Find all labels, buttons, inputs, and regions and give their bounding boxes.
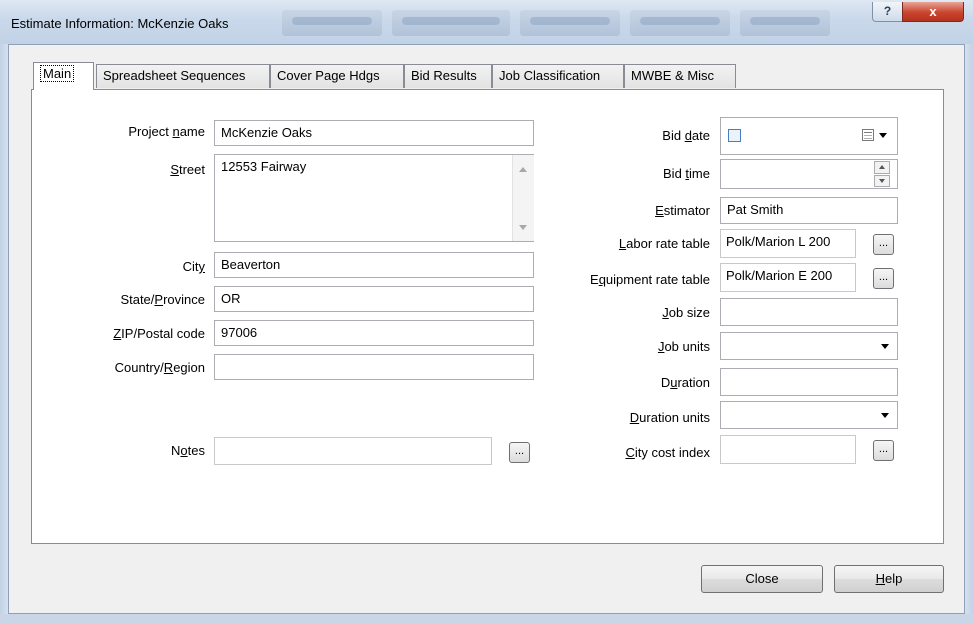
country-region-label: Country/Region [114, 360, 205, 375]
blurred-background-tab [392, 10, 510, 36]
bid-time-input[interactable] [720, 159, 898, 189]
job-size-input[interactable] [720, 298, 898, 326]
tab-job-classification[interactable]: Job Classification [492, 64, 624, 88]
job-units-label: Job units [657, 339, 710, 354]
duration-input[interactable] [720, 368, 898, 396]
window-close-button[interactable]: x [902, 2, 964, 22]
window-help-button[interactable]: ? [872, 2, 903, 22]
spin-down-icon [879, 179, 885, 183]
calendar-icon[interactable] [862, 129, 874, 141]
job-size-label: Job size [662, 305, 710, 320]
blurred-background-tab [630, 10, 730, 36]
close-button[interactable]: Close [701, 565, 823, 593]
equipment-rate-table-input[interactable]: Polk/Marion E 200 [720, 263, 856, 292]
street-scrollbar[interactable] [512, 155, 534, 241]
project-name-label: Project name [128, 124, 205, 139]
duration-units-label: Duration units [629, 410, 710, 425]
city-label: City [182, 259, 205, 274]
zip-postal-code-label: ZIP/Postal code [113, 326, 205, 341]
tab-bid-results[interactable]: Bid Results [404, 64, 492, 88]
scroll-down-icon[interactable] [519, 225, 527, 230]
notes-browse-button[interactable]: ... [509, 442, 530, 463]
country-region-input[interactable] [214, 354, 534, 380]
time-spin-up-button[interactable] [874, 161, 890, 174]
window-frame-bottom [0, 614, 973, 623]
street-label: Street [170, 162, 205, 177]
equipment-rate-table-browse-button[interactable]: ... [873, 268, 894, 289]
blurred-background-tab [520, 10, 620, 36]
window-title: Estimate Information: McKenzie Oaks [11, 16, 229, 31]
tab-mwbe-misc[interactable]: MWBE & Misc [624, 64, 736, 88]
zip-postal-code-input[interactable]: 97006 [214, 320, 534, 346]
window-frame-right [965, 44, 973, 623]
street-textarea[interactable]: 12553 Fairway [214, 154, 534, 242]
city-cost-index-label: City cost index [625, 445, 710, 460]
chevron-down-icon[interactable] [881, 413, 889, 418]
job-units-select[interactable] [720, 332, 898, 360]
tab-spreadsheet-sequences[interactable]: Spreadsheet Sequences [96, 64, 270, 88]
estimator-input[interactable]: Pat Smith [720, 197, 898, 224]
labor-rate-table-label: Labor rate table [618, 236, 710, 251]
city-input[interactable]: Beaverton [214, 252, 534, 278]
time-spin-down-button[interactable] [874, 175, 890, 187]
tab-main[interactable]: Main [33, 62, 94, 90]
tab-cover-page-hdgs[interactable]: Cover Page Hdgs [270, 64, 404, 88]
help-button[interactable]: Help [834, 565, 944, 593]
bid-date-label: Bid date [662, 128, 710, 143]
bid-time-label: Bid time [663, 166, 710, 181]
notes-label: Notes [171, 443, 205, 458]
duration-units-select[interactable] [720, 401, 898, 429]
chevron-down-icon[interactable] [881, 344, 889, 349]
scroll-up-icon[interactable] [519, 167, 527, 172]
city-cost-index-browse-button[interactable]: ... [873, 440, 894, 461]
labor-rate-table-browse-button[interactable]: ... [873, 234, 894, 255]
notes-input[interactable] [214, 437, 492, 465]
bid-date-checkbox[interactable] [728, 129, 741, 142]
estimator-label: Estimator [655, 203, 710, 218]
project-name-input[interactable]: McKenzie Oaks [214, 120, 534, 146]
blurred-background-tab [282, 10, 382, 36]
window-frame-left [0, 44, 8, 623]
labor-rate-table-input[interactable]: Polk/Marion L 200 [720, 229, 856, 258]
blurred-background-tab [740, 10, 830, 36]
state-province-input[interactable]: OR [214, 286, 534, 312]
spin-up-icon [879, 165, 885, 169]
city-cost-index-input[interactable] [720, 435, 856, 464]
help-icon: ? [883, 4, 892, 18]
state-province-label: State/Province [120, 292, 205, 307]
calendar-dropdown-icon[interactable] [879, 133, 887, 138]
equipment-rate-table-label: Equipment rate table [590, 272, 710, 287]
duration-label: Duration [660, 375, 710, 390]
close-icon: x [929, 4, 937, 19]
